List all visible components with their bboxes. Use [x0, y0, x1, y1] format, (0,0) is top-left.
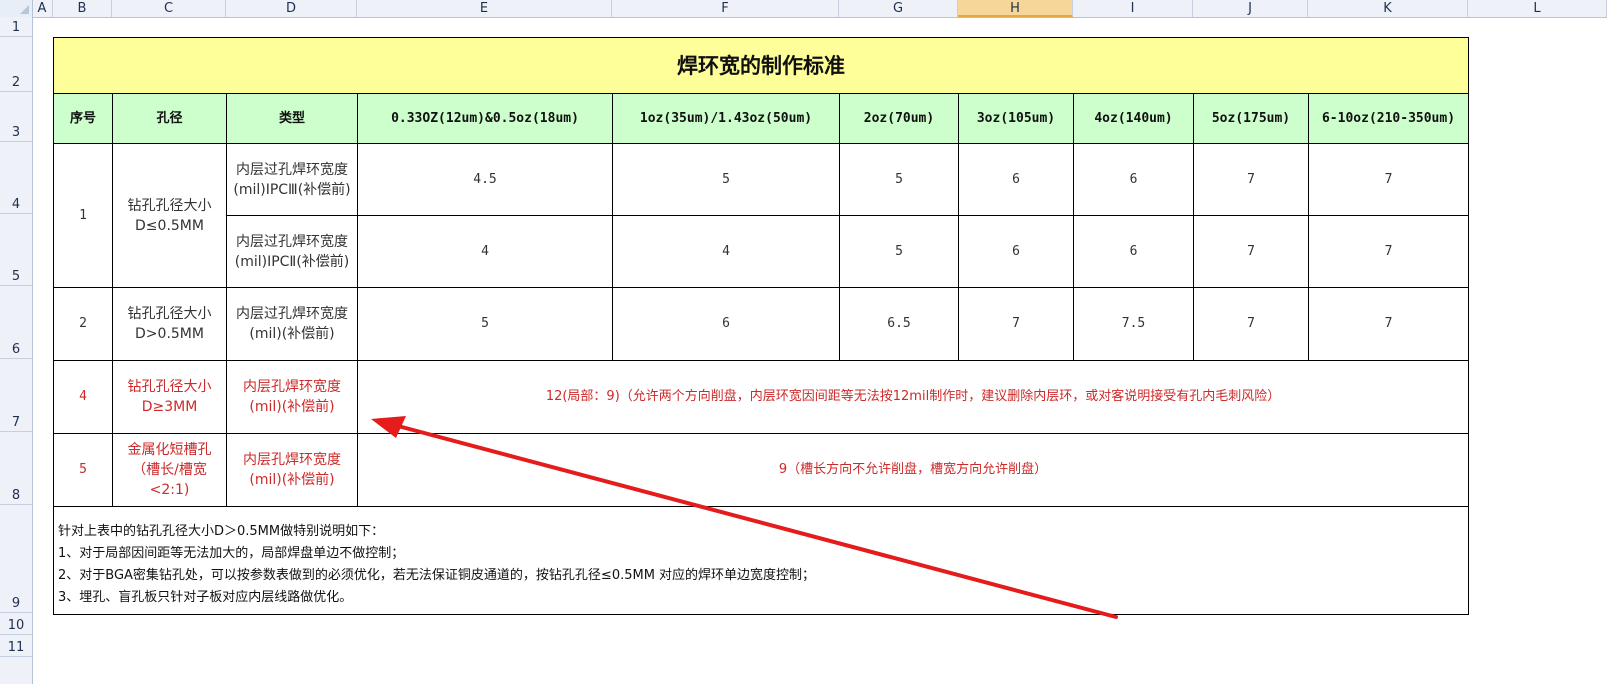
- table-row: 内层过孔焊环宽度(mil)IPCⅡ(补偿前) 4 4 5 6 6 7 7: [54, 215, 1470, 288]
- type-cell[interactable]: 内层孔焊环宽度(mil)(补偿前): [226, 360, 358, 434]
- solder-ring-standard-table: 焊环宽的制作标准 序号 孔径 类型 0.33OZ(12um)&0.5oz(18u…: [52, 37, 1470, 615]
- row-header-3[interactable]: 3: [0, 92, 32, 142]
- value-cell[interactable]: 4: [612, 215, 840, 288]
- header-cell[interactable]: 5oz(175um): [1193, 93, 1309, 144]
- row-header-4[interactable]: 4: [0, 142, 32, 214]
- row-header-5[interactable]: 5: [0, 214, 32, 286]
- value-cell[interactable]: 5: [839, 215, 959, 288]
- row-header-9[interactable]: 9: [0, 505, 32, 613]
- header-cell[interactable]: 2oz(70um): [839, 93, 959, 144]
- header-cell[interactable]: 6-10oz(210-350um): [1307, 93, 1470, 144]
- row-header-10[interactable]: 10: [0, 613, 32, 635]
- header-cell[interactable]: 4oz(140um): [1073, 93, 1194, 144]
- header-cell[interactable]: 1oz(35um)/1.43oz(50um): [612, 93, 840, 144]
- column-header-h[interactable]: H: [958, 0, 1073, 17]
- table-title[interactable]: 焊环宽的制作标准: [52, 37, 1470, 94]
- value-cell[interactable]: 6: [1073, 143, 1194, 216]
- column-header-f[interactable]: F: [612, 0, 839, 17]
- column-header-e[interactable]: E: [357, 0, 612, 17]
- row-header-7[interactable]: 7: [0, 359, 32, 432]
- value-cell[interactable]: 6: [958, 215, 1074, 288]
- value-cell[interactable]: 7: [1307, 143, 1470, 216]
- header-row: 序号 孔径 类型 0.33OZ(12um)&0.5oz(18um) 1oz(35…: [53, 93, 1470, 144]
- row-header-8[interactable]: 8: [0, 432, 32, 505]
- header-cell[interactable]: 0.33OZ(12um)&0.5oz(18um): [357, 93, 613, 144]
- column-header-g[interactable]: G: [839, 0, 958, 17]
- value-cell[interactable]: 7: [958, 287, 1074, 361]
- row-header-2[interactable]: 2: [0, 37, 32, 92]
- row-number-cell[interactable]: 1: [53, 143, 113, 288]
- column-header-a[interactable]: A: [32, 0, 53, 17]
- hole-size-cell[interactable]: 钻孔孔径大小D>0.5MM: [112, 287, 227, 361]
- column-header-d[interactable]: D: [226, 0, 357, 17]
- value-cell[interactable]: 6.5: [839, 287, 959, 361]
- column-header-k[interactable]: K: [1308, 0, 1468, 17]
- value-cell[interactable]: 5: [357, 287, 613, 361]
- notes-row: 针对上表中的钻孔孔径大小D＞0.5MM做特别说明如下： 1、对于局部因间距等无法…: [52, 506, 1470, 615]
- table-row: 4 钻孔孔径大小D≥3MM 内层孔焊环宽度(mil)(补偿前) 12(局部：9)…: [53, 360, 1470, 434]
- note-line: 2、对于BGA密集钻孔处，可以按参数表做到的必须优化，若无法保证铜皮通道的，按钻…: [58, 568, 816, 583]
- type-cell[interactable]: 内层过孔焊环宽度(mil)IPCⅡ(补偿前): [226, 215, 358, 288]
- value-cell[interactable]: 6: [1073, 215, 1194, 288]
- note-line: 1、对于局部因间距等无法加大的，局部焊盘单边不做控制；: [58, 546, 405, 561]
- value-cell[interactable]: 7: [1193, 143, 1309, 216]
- value-cell[interactable]: 7: [1193, 287, 1309, 361]
- value-cell[interactable]: 7: [1307, 287, 1470, 361]
- table-row: 2 钻孔孔径大小D>0.5MM 内层过孔焊环宽度(mil)(补偿前) 5 6 6…: [53, 287, 1470, 361]
- header-cell[interactable]: 3oz(105um): [958, 93, 1074, 144]
- row-header-11[interactable]: 11: [0, 635, 32, 657]
- merged-value-cell[interactable]: 12(局部：9)（允许两个方向削盘，内层环宽因间距等无法按12mil制作时，建议…: [356, 360, 1470, 434]
- column-header-b[interactable]: B: [53, 0, 112, 17]
- note-line: 3、埋孔、盲孔板只针对子板对应内层线路做优化。: [58, 590, 353, 605]
- merged-value-cell[interactable]: 9（槽长方向不允许削盘，槽宽方向允许削盘）: [356, 433, 1470, 507]
- row-header-1[interactable]: 1: [0, 17, 32, 37]
- value-cell[interactable]: 6: [958, 143, 1074, 216]
- header-cell[interactable]: 序号: [53, 93, 113, 144]
- type-cell[interactable]: 内层孔焊环宽度(mil)(补偿前): [226, 433, 358, 507]
- notes-cell[interactable]: 针对上表中的钻孔孔径大小D＞0.5MM做特别说明如下： 1、对于局部因间距等无法…: [52, 506, 1470, 615]
- note-line: 针对上表中的钻孔孔径大小D＞0.5MM做特别说明如下：: [58, 524, 385, 539]
- header-cell[interactable]: 类型: [226, 93, 358, 144]
- value-cell[interactable]: 4.5: [357, 143, 613, 216]
- value-cell[interactable]: 7.5: [1073, 287, 1194, 361]
- column-header-i[interactable]: I: [1073, 0, 1193, 17]
- hole-size-cell[interactable]: 金属化短槽孔（槽长/槽宽<2:1): [112, 433, 227, 507]
- type-cell[interactable]: 内层过孔焊环宽度(mil)(补偿前): [226, 287, 358, 361]
- column-header-j[interactable]: J: [1193, 0, 1308, 17]
- column-header-bar: A B C D E F G H I J K L: [0, 0, 1607, 18]
- hole-size-cell[interactable]: 钻孔孔径大小D≤0.5MM: [112, 143, 227, 288]
- value-cell[interactable]: 7: [1307, 215, 1470, 288]
- row-number-cell[interactable]: 5: [53, 433, 113, 507]
- value-cell[interactable]: 7: [1193, 215, 1309, 288]
- row-header-6[interactable]: 6: [0, 286, 32, 359]
- hole-size-cell[interactable]: 钻孔孔径大小D≥3MM: [112, 360, 227, 434]
- type-cell[interactable]: 内层过孔焊环宽度(mil)IPCⅢ(补偿前): [226, 143, 358, 216]
- select-all-corner[interactable]: [0, 0, 33, 17]
- column-header-c[interactable]: C: [112, 0, 226, 17]
- value-cell[interactable]: 4: [357, 215, 613, 288]
- value-cell[interactable]: 5: [612, 143, 840, 216]
- column-header-l[interactable]: L: [1468, 0, 1607, 17]
- value-cell[interactable]: 5: [839, 143, 959, 216]
- row-header-bar: 1 2 3 4 5 6 7 8 9 10 11: [0, 17, 33, 684]
- table-row: 5 金属化短槽孔（槽长/槽宽<2:1) 内层孔焊环宽度(mil)(补偿前) 9（…: [53, 433, 1470, 507]
- header-cell[interactable]: 孔径: [112, 93, 227, 144]
- table-row: 1 钻孔孔径大小D≤0.5MM 内层过孔焊环宽度(mil)IPCⅢ(补偿前) 4…: [53, 143, 1470, 288]
- row-number-cell[interactable]: 2: [53, 287, 113, 361]
- row-number-cell[interactable]: 4: [53, 360, 113, 434]
- value-cell[interactable]: 6: [612, 287, 840, 361]
